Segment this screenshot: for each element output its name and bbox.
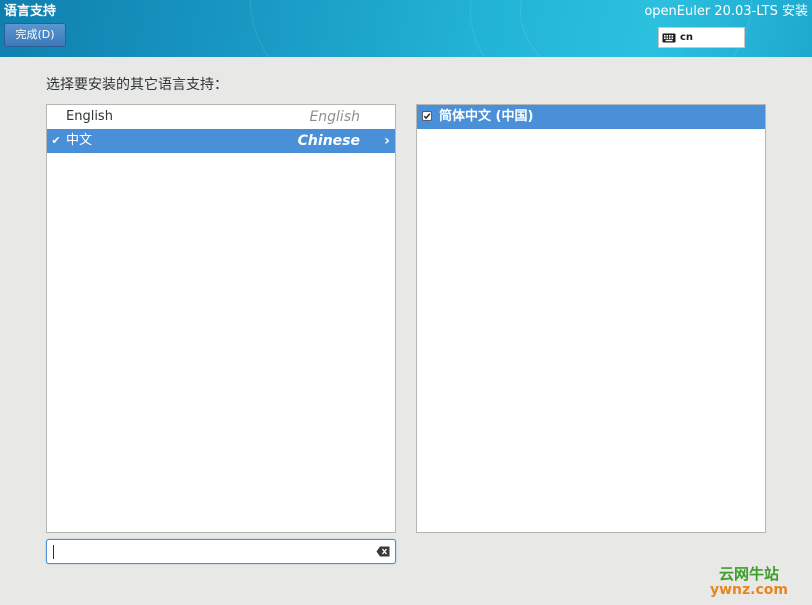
header-bar: 语言支持 完成(D) openEuler 20.03-LTS 安装 cn xyxy=(0,0,812,57)
chevron-right-icon: › xyxy=(384,133,390,149)
language-native-name: English xyxy=(66,109,113,124)
watermark-line1: 云网牛站 xyxy=(718,565,779,583)
language-english-name: Chinese xyxy=(297,133,360,149)
text-caret xyxy=(53,545,54,559)
keyboard-layout-indicator[interactable]: cn xyxy=(658,27,745,48)
locale-checkbox[interactable] xyxy=(422,111,432,121)
locale-row-zh-cn[interactable]: 简体中文 (中国) xyxy=(417,105,765,129)
done-button[interactable]: 完成(D) xyxy=(4,23,66,47)
watermark-line2: ywnz.com xyxy=(710,582,788,598)
locale-list[interactable]: 简体中文 (中国) xyxy=(416,104,766,533)
site-watermark: 云网牛站 ywnz.com xyxy=(710,566,788,598)
keyboard-layout-label: cn xyxy=(680,32,694,43)
checkmark-icon: ✔ xyxy=(51,134,61,147)
language-native-name: 中文 xyxy=(66,133,93,148)
language-english-name: English xyxy=(309,109,360,125)
product-title: openEuler 20.03-LTS 安装 xyxy=(644,4,808,19)
language-search-box[interactable] xyxy=(46,539,396,564)
spoke-title: 语言支持 xyxy=(4,4,57,19)
clear-icon[interactable] xyxy=(376,546,390,557)
language-row-english[interactable]: English English xyxy=(47,105,395,129)
keyboard-icon xyxy=(662,33,676,42)
instruction-label: 选择要安装的其它语言支持： xyxy=(46,77,228,93)
language-search-input[interactable] xyxy=(51,542,361,561)
language-row-chinese[interactable]: ✔ 中文 Chinese › xyxy=(47,129,395,153)
locale-label: 简体中文 (中国) xyxy=(439,109,534,124)
language-list[interactable]: English English ✔ 中文 Chinese › xyxy=(46,104,396,533)
check-icon xyxy=(423,113,431,120)
